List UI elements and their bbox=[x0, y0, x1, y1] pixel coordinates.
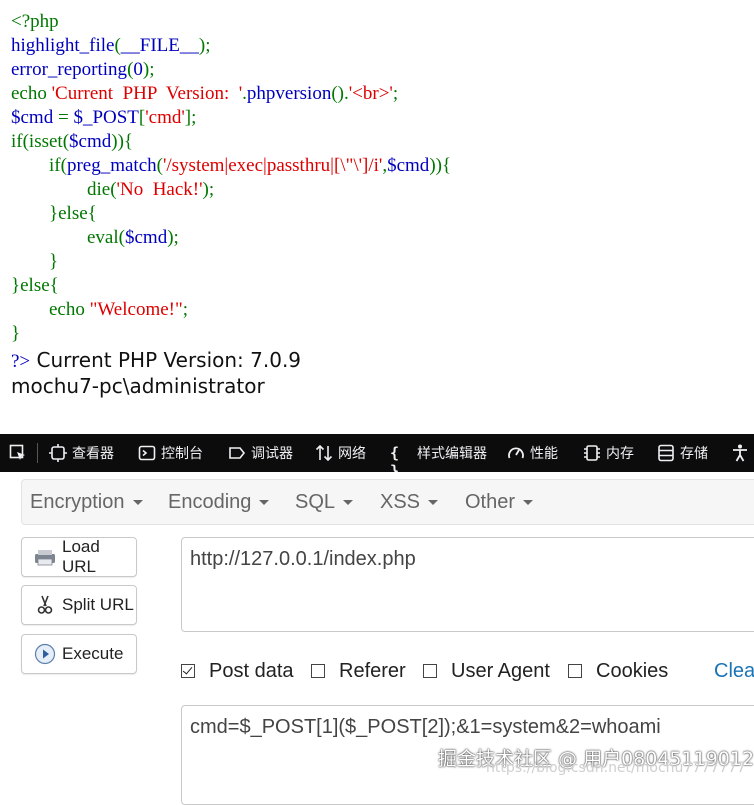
style-editor-icon: { } bbox=[390, 444, 400, 480]
hackbar-panel: Encryption Encoding SQL XSS Other Load U… bbox=[0, 472, 754, 805]
checkbox-checked-icon bbox=[181, 664, 195, 678]
post-data-checkbox[interactable]: Post data bbox=[181, 657, 294, 685]
scissors-icon bbox=[37, 595, 53, 614]
menu-encryption[interactable]: Encryption bbox=[30, 480, 143, 524]
code-line-9: }else{ bbox=[11, 203, 97, 224]
menu-sql[interactable]: SQL bbox=[295, 480, 354, 524]
referer-checkbox[interactable]: Referer bbox=[311, 657, 406, 685]
code-line-11: } bbox=[11, 251, 59, 272]
hackbar-menu: Encryption Encoding SQL XSS Other bbox=[21, 479, 754, 525]
checkbox-icon bbox=[423, 664, 437, 678]
url-input[interactable]: http://127.0.0.1/index.php bbox=[181, 537, 754, 632]
code-line-4: echo 'Current PHP Version: '.phpversion(… bbox=[11, 83, 399, 104]
memory-icon bbox=[584, 445, 600, 461]
code-line-7: if(preg_match('/system|exec|passthru|[\"… bbox=[11, 155, 452, 176]
checkbox-icon bbox=[311, 664, 325, 678]
watermark-url: https://blog.csdn.net/mochu7777777 bbox=[486, 760, 746, 776]
whoami-output: mochu7-pc\administrator bbox=[11, 374, 265, 398]
network-icon bbox=[315, 444, 333, 462]
code-line-10: eval($cmd); bbox=[11, 227, 179, 248]
tab-storage[interactable]: 存储 bbox=[657, 434, 708, 472]
performance-icon bbox=[508, 447, 524, 459]
inspector-icon bbox=[49, 444, 67, 462]
chevron-down-icon bbox=[428, 500, 439, 506]
debugger-icon bbox=[229, 447, 246, 459]
accessibility-button[interactable] bbox=[731, 434, 754, 472]
tab-console[interactable]: 控制台 bbox=[138, 434, 203, 472]
code-line-6: if(isset($cmd)){ bbox=[11, 131, 134, 152]
checkbox-icon bbox=[568, 664, 582, 678]
tab-memory[interactable]: 内存 bbox=[583, 434, 634, 472]
cookies-checkbox[interactable]: Cookies bbox=[568, 657, 668, 685]
play-icon bbox=[34, 643, 56, 665]
tab-network[interactable]: 网络 bbox=[315, 434, 366, 472]
code-line-3: error_reporting(0); bbox=[11, 59, 155, 80]
chevron-down-icon bbox=[132, 500, 143, 506]
load-url-button[interactable]: Load URL bbox=[21, 537, 137, 577]
tab-debugger[interactable]: 调试器 bbox=[228, 434, 293, 472]
tab-inspector[interactable]: 查看器 bbox=[49, 434, 114, 472]
tab-performance[interactable]: 性能 bbox=[507, 434, 558, 472]
tab-style-editor[interactable]: { } 样式编辑器 bbox=[390, 434, 487, 480]
user-agent-checkbox[interactable]: User Agent bbox=[423, 657, 550, 685]
chevron-down-icon bbox=[523, 500, 534, 506]
split-url-button[interactable]: Split URL bbox=[21, 585, 137, 625]
element-picker-button[interactable] bbox=[9, 434, 32, 472]
code-line-5: $cmd = $_POST['cmd']; bbox=[11, 107, 197, 128]
code-line-14: } bbox=[11, 323, 21, 344]
php-source: <?php highlight_file(__FILE__); error_re… bbox=[0, 0, 754, 434]
chevron-down-icon bbox=[259, 500, 270, 506]
accessibility-icon bbox=[733, 444, 747, 462]
code-line-8: die('No Hack!'); bbox=[11, 179, 215, 200]
element-picker-icon bbox=[9, 444, 25, 460]
menu-encoding[interactable]: Encoding bbox=[168, 480, 270, 524]
code-line-13: echo "Welcome!"; bbox=[11, 299, 189, 320]
toolbar-separator bbox=[37, 443, 38, 463]
code-line-12: }else{ bbox=[11, 275, 59, 296]
chevron-down-icon bbox=[343, 500, 354, 506]
execute-button[interactable]: Execute bbox=[21, 634, 137, 674]
storage-icon bbox=[658, 444, 674, 462]
code-line-1: <?php bbox=[11, 11, 59, 32]
load-url-icon bbox=[35, 550, 55, 566]
clear-all-link[interactable]: Clea bbox=[714, 657, 754, 685]
console-icon bbox=[138, 445, 156, 461]
devtools-toolbar: 查看器 控制台 调试器 网络 { } 样式编辑器 性能 内存 存储 bbox=[0, 434, 754, 480]
menu-xss[interactable]: XSS bbox=[380, 480, 439, 524]
menu-other[interactable]: Other bbox=[465, 480, 534, 524]
php-version-output: ?> Current PHP Version: 7.0.9 bbox=[11, 348, 302, 372]
code-line-2: highlight_file(__FILE__); bbox=[11, 35, 211, 56]
